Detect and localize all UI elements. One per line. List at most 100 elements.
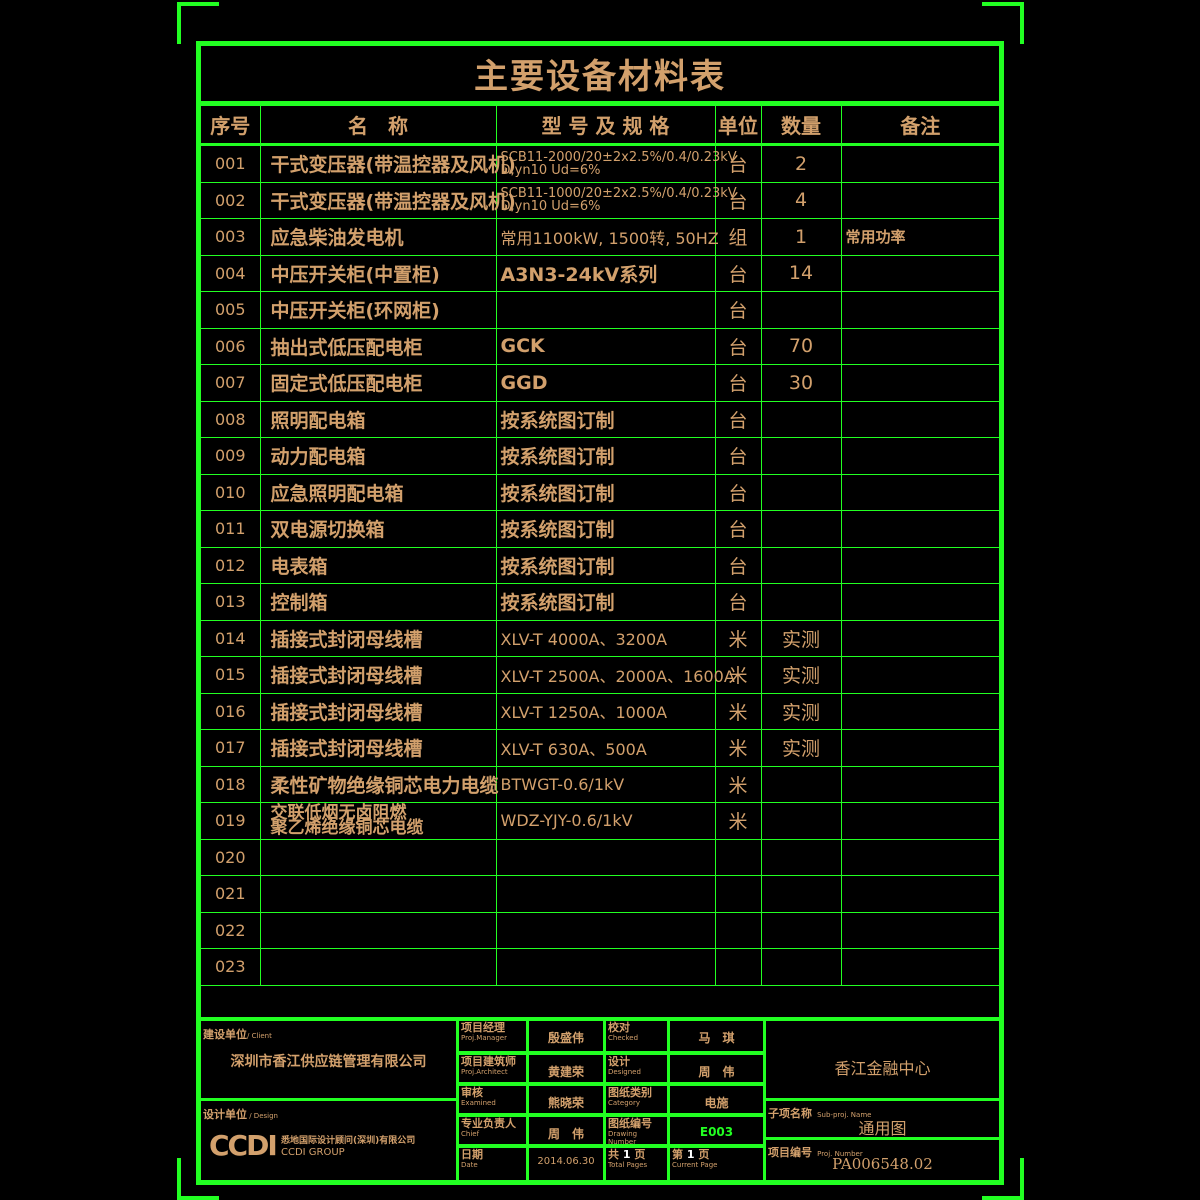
item-spec xyxy=(495,948,716,986)
chief-text: 周 伟 xyxy=(547,1127,584,1141)
checked_en-label: Checked xyxy=(608,1034,639,1042)
item-remark: 常用功率 xyxy=(840,218,999,256)
row-number: 018 xyxy=(201,765,261,803)
client-name: 深圳市香江供应链管理有限公司 xyxy=(230,1054,427,1070)
exam_en-label: Examined xyxy=(461,1099,496,1107)
item-remark xyxy=(840,327,999,365)
item-quantity: 实测 xyxy=(760,619,842,657)
chief-value: 周 伟 xyxy=(526,1114,606,1147)
item-remark xyxy=(840,510,999,548)
design-label-en: / Design xyxy=(247,1112,278,1120)
col-header-name: 名 称 xyxy=(259,105,497,146)
item-quantity xyxy=(760,838,842,876)
sheet-title: 主要设备材料表 xyxy=(201,46,999,105)
item-remark xyxy=(840,144,999,183)
design-company-en: CCDI GROUP xyxy=(281,1147,345,1158)
item-name: 干式变压器(带温控器及风机) xyxy=(259,181,516,219)
item-unit: 台 xyxy=(714,510,762,548)
project-number-cell: 项目编号 Proj. Number PA006548.02 xyxy=(763,1137,999,1180)
item-name: 抽出式低压配电柜 xyxy=(259,327,497,365)
item-quantity xyxy=(760,765,842,803)
item-remark xyxy=(840,692,999,730)
item-unit xyxy=(714,948,762,986)
item-unit: 组 xyxy=(714,218,762,256)
ccdi-logo-icon: CCDI xyxy=(209,1129,278,1162)
subproject-name: 通用图 xyxy=(858,1119,907,1138)
item-name xyxy=(259,875,497,913)
item-quantity: 30 xyxy=(760,364,842,402)
item-remark xyxy=(840,802,999,840)
item-name: 交联低烟无卤阻燃 聚乙烯绝缘铜芯电缆 xyxy=(259,802,497,840)
item-unit: 台 xyxy=(714,473,762,511)
drawing_no-label-cell: 图纸编号 Drawing Number xyxy=(603,1114,670,1147)
design-label: 设计单位 xyxy=(203,1108,247,1121)
subproject-cell: 子项名称 Sub-proj. Name 通用图 xyxy=(763,1098,999,1140)
item-remark xyxy=(840,729,999,767)
table-row: 017 插接式封闭母线槽 XLV-T 630A、500A 米实测 xyxy=(201,729,999,767)
item-unit: 米 xyxy=(714,692,762,730)
row-number: 013 xyxy=(201,583,261,621)
pm-value: 殷盛伟 xyxy=(526,1021,606,1054)
table-row: 023 xyxy=(201,948,999,986)
pm-label-cell: 项目经理 Proj.Manager xyxy=(456,1021,529,1054)
row-number: 015 xyxy=(201,656,261,694)
item-name: 中压开关柜(环网柜) xyxy=(259,291,497,329)
item-spec: 按系统图订制 xyxy=(495,510,716,548)
row-number: 022 xyxy=(201,911,261,949)
table-row: 022 xyxy=(201,911,999,949)
table-row: 014 插接式封闭母线槽 XLV-T 4000A、3200A 米实测 xyxy=(201,619,999,657)
chief_en-label: Chief xyxy=(461,1130,480,1138)
client-cell: 建设单位/ Client 深圳市香江供应链管理有限公司 xyxy=(201,1021,459,1101)
arch-value: 黄建荣 xyxy=(526,1052,606,1085)
item-spec: SCB11-2000/20±2x2.5%/0.4/0.23kV D,yn10 U… xyxy=(495,144,737,183)
col-header-unit: 单位 xyxy=(714,105,762,146)
checked-label-cell: 校对 Checked xyxy=(603,1021,670,1054)
table-row: 019 交联低烟无卤阻燃 聚乙烯绝缘铜芯电缆 WDZ-YJY-0.6/1kV 米 xyxy=(201,802,999,840)
item-spec xyxy=(495,875,716,913)
date-label-en: Date xyxy=(461,1161,478,1169)
item-name: 插接式封闭母线槽 xyxy=(259,656,497,694)
item-name: 电表箱 xyxy=(259,546,497,584)
item-remark xyxy=(840,473,999,511)
row-number: 014 xyxy=(201,619,261,657)
table-row: 008 照明配电箱 按系统图订制台 xyxy=(201,400,999,438)
item-name: 动力配电箱 xyxy=(259,437,497,475)
table-row: 006 抽出式低压配电柜 GCK 台 70 xyxy=(201,327,999,365)
table-row: 018 柔性矿物绝缘铜芯电力电缆 BTWGT-0.6/1kV 米 xyxy=(201,765,999,803)
item-spec: XLV-T 2500A、2000A、1600A xyxy=(495,656,735,694)
item-quantity: 2 xyxy=(760,144,842,183)
col-header-no: 序号 xyxy=(201,105,261,146)
row-number: 003 xyxy=(201,218,261,256)
item-unit xyxy=(714,838,762,876)
table-row: 007 固定式低压配电柜 GGD 台 30 xyxy=(201,364,999,402)
item-quantity: 14 xyxy=(760,254,842,292)
item-quantity: 实测 xyxy=(760,656,842,694)
row-number: 021 xyxy=(201,875,261,913)
col-header-remark: 备注 xyxy=(840,105,999,146)
project-number: PA006548.02 xyxy=(832,1155,933,1173)
item-remark xyxy=(840,765,999,803)
item-remark xyxy=(840,181,999,219)
item-quantity: 1 xyxy=(760,218,842,256)
item-remark xyxy=(840,254,999,292)
item-quantity xyxy=(760,948,842,986)
item-remark xyxy=(840,911,999,949)
table-row: 020 xyxy=(201,838,999,876)
table-row: 015 插接式封闭母线槽 XLV-T 2500A、2000A、1600A 米实测 xyxy=(201,656,999,694)
project-name: 香江金融中心 xyxy=(834,1059,931,1078)
date-value: 2014.06.30 xyxy=(537,1156,595,1167)
item-quantity: 70 xyxy=(760,327,842,365)
item-name: 固定式低压配电柜 xyxy=(259,364,497,402)
item-quantity xyxy=(760,473,842,511)
table-row: 012 电表箱 按系统图订制台 xyxy=(201,546,999,584)
current-page-label-en: Current Page xyxy=(672,1161,718,1169)
designed_cn-label: 设计 xyxy=(608,1055,630,1068)
table-row: 016 插接式封闭母线槽 XLV-T 1250A、1000A 米实测 xyxy=(201,692,999,730)
category-text: 电施 xyxy=(704,1096,729,1110)
row-number: 020 xyxy=(201,838,261,876)
table-row: 010 应急照明配电箱 按系统图订制台 xyxy=(201,473,999,511)
corner-mark-top-left xyxy=(177,2,219,44)
chief-label-cell: 专业负责人 Chief xyxy=(456,1114,529,1147)
client-label-en: / Client xyxy=(247,1032,272,1040)
row-number: 010 xyxy=(201,473,261,511)
